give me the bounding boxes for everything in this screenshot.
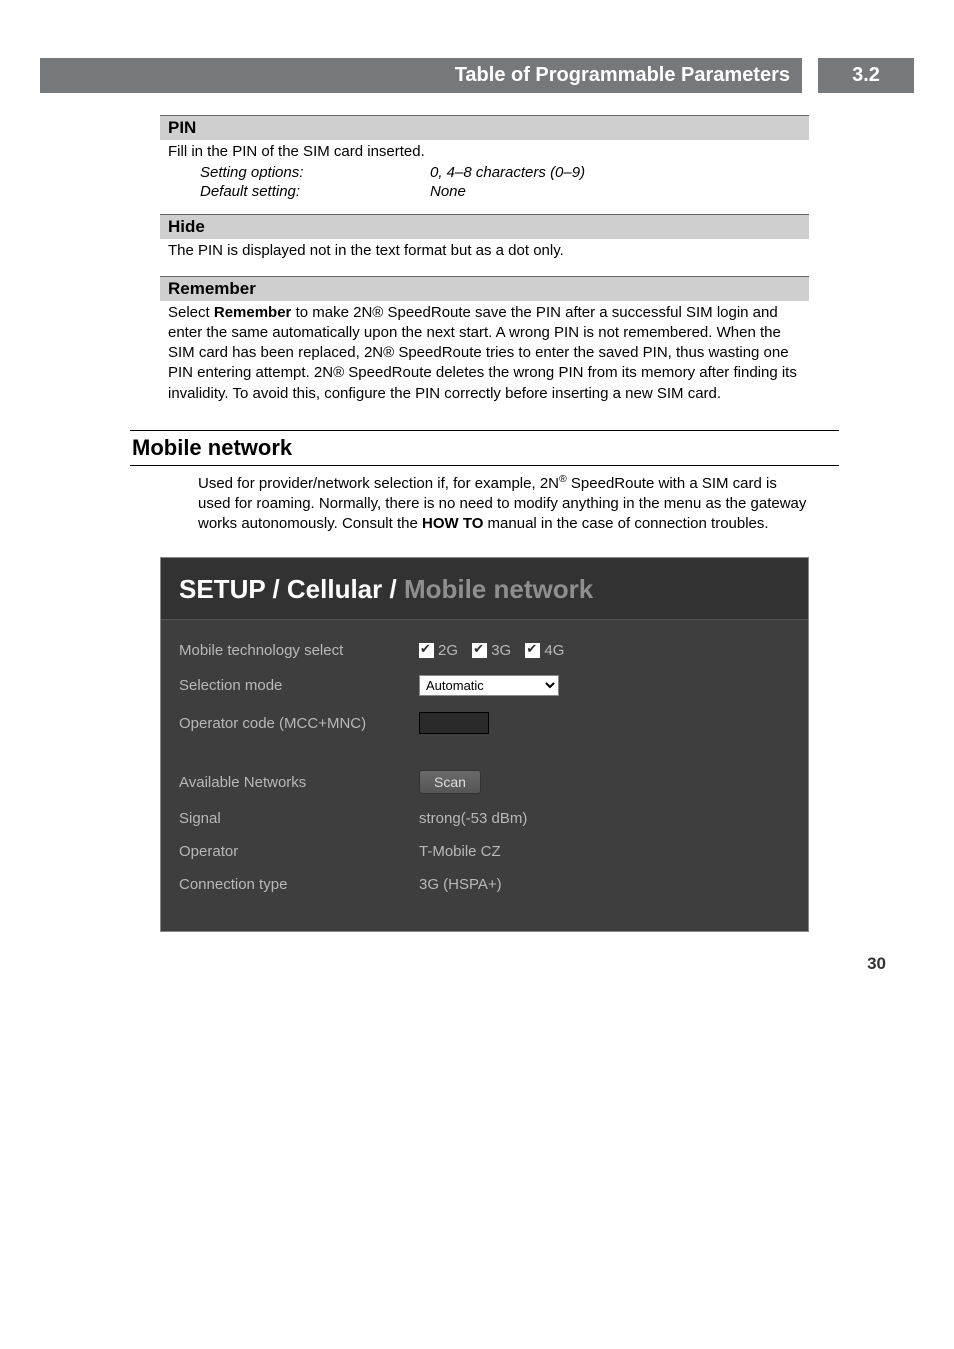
tech-select-label: Mobile technology select (179, 642, 419, 659)
mobile-howto-bold: HOW TO (422, 515, 483, 532)
screenshot-body: Mobile technology select 2G 3G 4G Select… (161, 619, 808, 932)
page-header: Table of Programmable Parameters 3.2 (0, 58, 954, 93)
label-3g: 3G (491, 642, 511, 659)
scan-button[interactable]: Scan (419, 770, 481, 794)
header-title: Table of Programmable Parameters (40, 58, 802, 93)
operator-code-row: Operator code (MCC+MNC) (179, 704, 790, 742)
remember-heading: Remember (160, 276, 809, 301)
default-setting-label: Default setting: (200, 183, 430, 200)
signal-row: Signal strong(-53 dBm) (179, 802, 790, 835)
remember-description: Select Remember to make 2N® SpeedRoute s… (160, 301, 809, 404)
checkbox-3g[interactable] (472, 643, 487, 658)
mobile-network-heading: Mobile network (130, 430, 839, 466)
signal-label: Signal (179, 810, 419, 827)
connection-type-row: Connection type 3G (HSPA+) (179, 868, 790, 901)
default-setting-value: None (430, 183, 466, 200)
signal-value: strong(-53 dBm) (419, 810, 527, 827)
setting-options-value: 0, 4–8 characters (0–9) (430, 164, 585, 181)
operator-label: Operator (179, 843, 419, 860)
mobile-network-screenshot: SETUP / Cellular / Mobile network Mobile… (160, 557, 809, 933)
operator-code-input[interactable] (419, 712, 489, 734)
tech-select-options: 2G 3G 4G (419, 642, 574, 660)
mobile-text-c: manual in the case of connection trouble… (483, 515, 768, 532)
label-4g: 4G (544, 642, 564, 659)
remember-bold: Remember (214, 304, 292, 321)
setting-options-label: Setting options: (200, 164, 430, 181)
connection-type-label: Connection type (179, 876, 419, 893)
remember-text-a: Select (168, 304, 214, 321)
breadcrumb-path: SETUP / Cellular / (179, 574, 404, 604)
selection-mode-row: Selection mode Automatic (179, 667, 790, 704)
pin-heading: PIN (160, 115, 809, 140)
content-area: PIN Fill in the PIN of the SIM card inse… (160, 115, 809, 932)
pin-setting-row: Setting options: 0, 4–8 characters (0–9) (160, 164, 809, 181)
hide-heading: Hide (160, 214, 809, 239)
mobile-text-a: Used for provider/network selection if, … (198, 475, 559, 492)
mobile-network-description: Used for provider/network selection if, … (160, 472, 809, 535)
available-networks-label: Available Networks (179, 774, 419, 791)
pin-description: Fill in the PIN of the SIM card inserted… (160, 140, 809, 162)
tech-select-row: Mobile technology select 2G 3G 4G (179, 634, 790, 668)
screenshot-breadcrumb: SETUP / Cellular / Mobile network (161, 558, 808, 619)
checkbox-2g[interactable] (419, 643, 434, 658)
label-2g: 2G (438, 642, 458, 659)
connection-type-value: 3G (HSPA+) (419, 876, 502, 893)
page-number: 30 (867, 954, 886, 974)
selection-mode-label: Selection mode (179, 677, 419, 694)
hide-description: The PIN is displayed not in the text for… (160, 239, 809, 261)
selection-mode-dropdown[interactable]: Automatic (419, 675, 559, 696)
available-networks-row: Available Networks Scan (179, 762, 790, 802)
checkbox-4g[interactable] (525, 643, 540, 658)
pin-default-row: Default setting: None (160, 183, 809, 200)
operator-code-label: Operator code (MCC+MNC) (179, 715, 419, 732)
header-section-number: 3.2 (818, 58, 914, 93)
operator-row: Operator T-Mobile CZ (179, 835, 790, 868)
operator-value: T-Mobile CZ (419, 843, 501, 860)
breadcrumb-current: Mobile network (404, 574, 593, 604)
registered-mark: ® (559, 473, 567, 485)
